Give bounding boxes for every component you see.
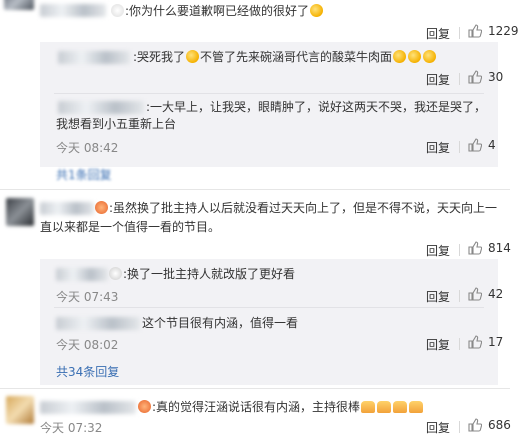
crying-face-icon <box>393 50 407 63</box>
badge-icon <box>138 400 151 413</box>
like-button[interactable]: 814 <box>468 241 511 255</box>
thumbs-up-icon <box>468 287 482 301</box>
separator <box>459 338 460 350</box>
like-button[interactable]: 4 <box>468 138 496 152</box>
avatar[interactable] <box>4 0 34 10</box>
username-blurred[interactable] <box>56 268 108 281</box>
separator <box>459 141 460 153</box>
reply-divider <box>54 93 484 94</box>
clapping-hands-icon <box>377 401 392 413</box>
timestamp: 今天 07:32 <box>40 421 103 435</box>
username-blurred[interactable] <box>56 317 140 330</box>
like-button[interactable]: 1229 <box>468 24 519 38</box>
reply-text: :换了一批主持人就改版了更好看 <box>108 266 295 283</box>
reply-button[interactable]: 回复 <box>426 242 450 259</box>
separator <box>459 27 460 39</box>
like-button[interactable]: 42 <box>468 287 503 301</box>
thumbs-up-icon <box>468 70 482 84</box>
reply-text: :一大早上，让我哭，眼睛肿了，说好这两天不哭，我还是哭了， <box>146 100 487 114</box>
reply-text: :哭死我了 不管了先来碗涵哥代言的酸菜牛肉面 <box>133 49 437 66</box>
comment-text: :你为什么要道歉啊已经做的很好了 <box>110 3 324 20</box>
like-button[interactable]: 17 <box>468 335 503 349</box>
reply-text-continued: 我想看到小五重新上台 <box>56 117 177 131</box>
crying-face-icon <box>310 4 324 17</box>
reply-button[interactable]: 回复 <box>426 288 450 305</box>
face-icon <box>109 267 122 280</box>
separator <box>459 290 460 302</box>
badge-icon <box>95 201 108 214</box>
thumbs-up-icon <box>468 241 482 255</box>
comment-text: :真的觉得汪涵说话很有内涵，主持很棒 <box>137 399 424 416</box>
reply-text: 这个节目很有内涵，值得一看 <box>142 316 299 330</box>
avatar[interactable] <box>6 198 34 226</box>
like-button[interactable]: 686 <box>468 418 511 432</box>
reply-button[interactable]: 回复 <box>426 139 450 156</box>
username-blurred[interactable] <box>58 51 130 64</box>
username-blurred[interactable] <box>40 401 136 414</box>
reply-button[interactable]: 回复 <box>426 71 450 88</box>
reply-button[interactable]: 回复 <box>426 25 450 42</box>
crying-face-icon <box>186 50 200 63</box>
more-replies-link[interactable]: 共1条回复 <box>56 166 112 183</box>
separator <box>459 421 460 433</box>
timestamp: 今天 07:43 <box>56 290 119 304</box>
comment-divider <box>0 189 510 190</box>
clapping-hands-icon <box>361 401 376 413</box>
reply-button[interactable]: 回复 <box>426 336 450 353</box>
reply-divider <box>54 307 484 308</box>
timestamp: 今天 08:02 <box>56 338 119 352</box>
clapping-hands-icon <box>393 401 408 413</box>
comment-text-continued: 直以来都是一个值得一看的节目。 <box>40 220 221 234</box>
thumbs-up-icon <box>468 335 482 349</box>
thumbs-up-icon <box>468 138 482 152</box>
clapping-hands-icon <box>409 401 424 413</box>
comment-divider <box>0 388 510 389</box>
username-blurred[interactable] <box>40 202 94 215</box>
thumbs-up-icon <box>468 418 482 432</box>
comment-text: :虽然换了批主持人以后就没看过天天向上了，但是不得不说，天天向上一 <box>94 200 497 217</box>
more-replies-link[interactable]: 共34条回复 <box>56 363 119 380</box>
like-button[interactable]: 30 <box>468 70 503 84</box>
crying-face-icon <box>423 50 437 63</box>
username-blurred[interactable] <box>40 4 106 17</box>
thumbs-up-icon <box>468 24 482 38</box>
timestamp: 今天 08:42 <box>56 141 119 155</box>
separator <box>459 244 460 256</box>
avatar[interactable] <box>6 396 34 424</box>
separator <box>459 73 460 85</box>
username-blurred[interactable] <box>58 101 144 114</box>
crying-face-icon <box>408 50 422 63</box>
face-icon <box>111 4 124 17</box>
reply-button[interactable]: 回复 <box>426 419 450 436</box>
